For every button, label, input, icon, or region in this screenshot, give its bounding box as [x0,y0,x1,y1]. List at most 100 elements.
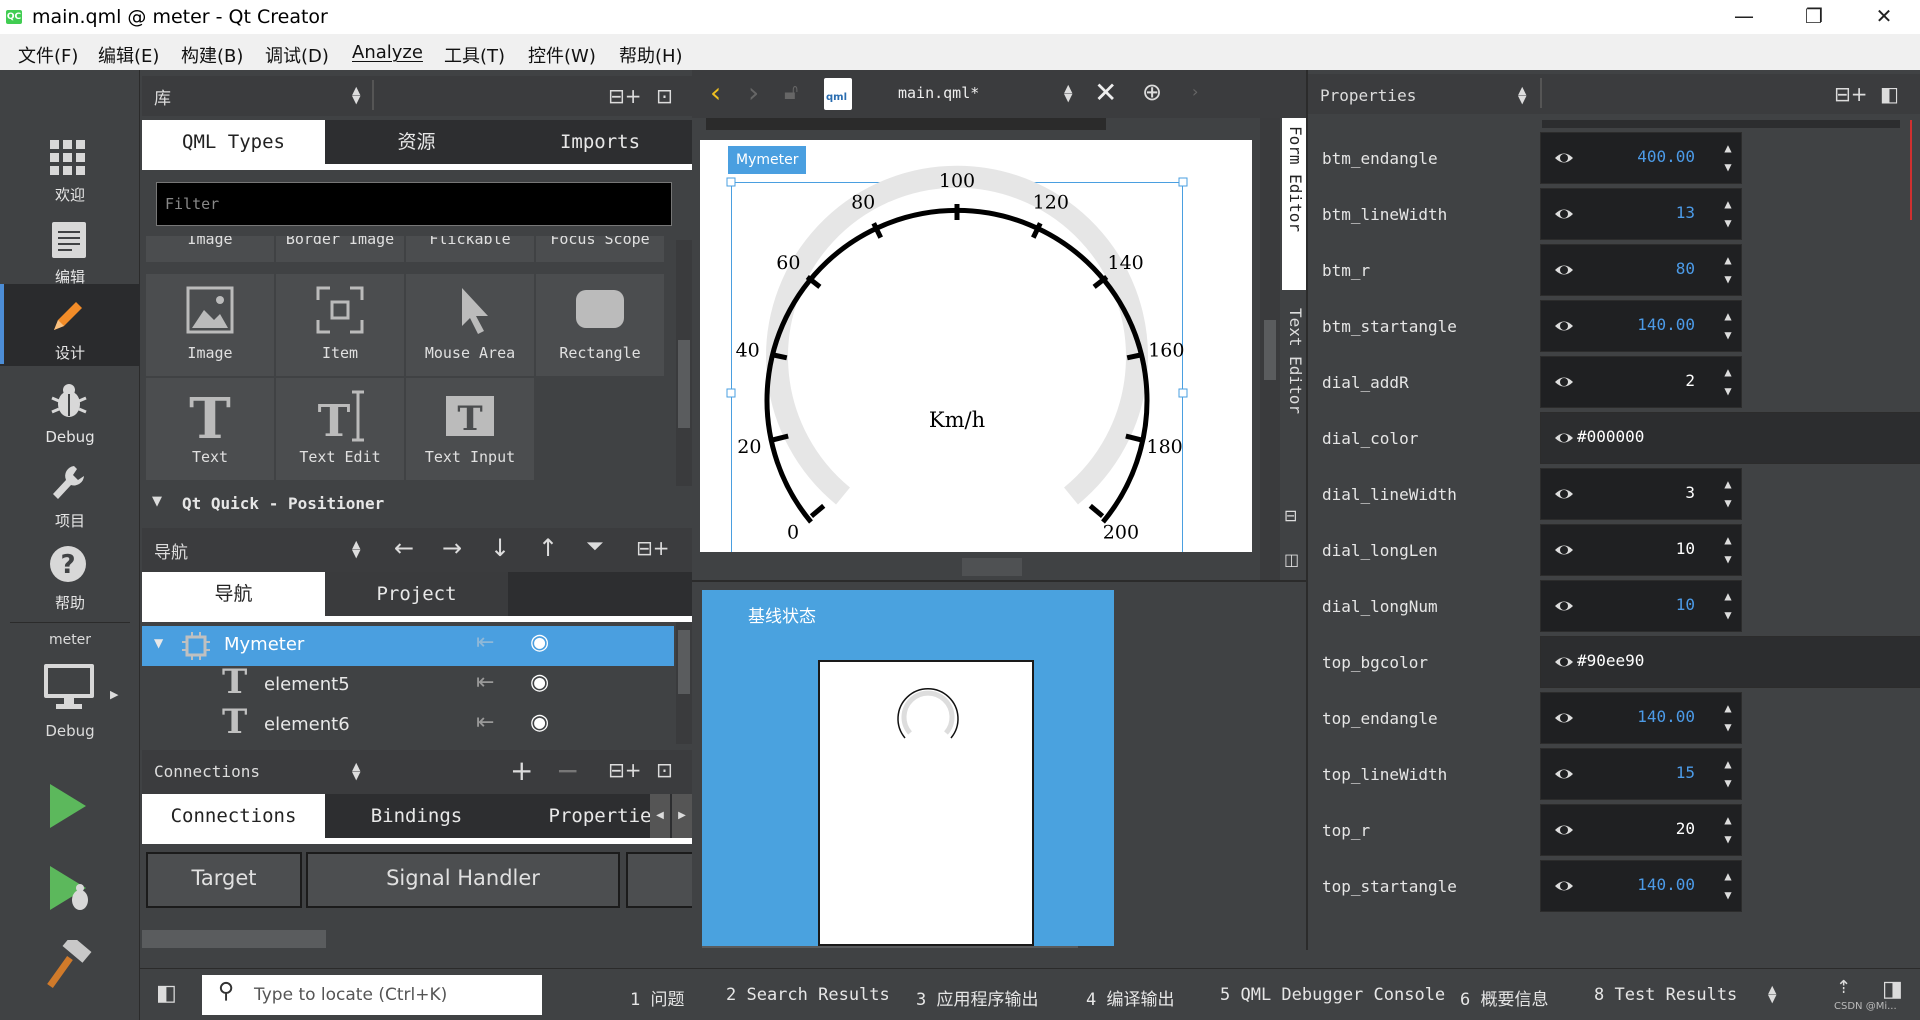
properties-title[interactable]: Properties [1320,86,1416,105]
combo-updown-icon[interactable]: ▲ ▼ [1518,85,1526,105]
connections-scrollbar[interactable] [142,930,326,948]
spin-arrows-icon[interactable]: ▲ ▼ [1721,251,1735,289]
states-scrollbar[interactable] [702,946,1078,948]
mode-welcome[interactable]: 欢迎 [0,132,140,212]
panes-updown-icon[interactable]: ▲ ▼ [1768,984,1776,1004]
close-pane-icon[interactable]: ⊡ [656,84,673,108]
menu-controls[interactable]: 控件(W) [528,42,596,68]
arrow-down-icon[interactable]: ↓ [490,534,510,562]
open-file-name[interactable]: main.qml* [898,84,979,102]
tile-mouse-area[interactable]: Mouse Area [406,274,534,376]
split-horizontal-icon[interactable]: ⊟ [1284,506,1297,525]
close-sidebar-icon[interactable]: ◧ [1880,82,1899,106]
close-file-icon[interactable]: ✕ [1094,76,1117,109]
menu-build[interactable]: 构建(B) [181,42,243,68]
pane-compile-output[interactable]: 4 编译输出 [1086,985,1174,1010]
property-spinbox[interactable]: 10 ▲ ▼ [1540,524,1742,576]
pane-application-output[interactable]: 3 应用程序输出 [916,985,1038,1010]
property-text-field[interactable]: #000000 [1540,412,1920,464]
menu-edit[interactable]: 编辑(E) [98,42,159,68]
mode-debug[interactable]: Debug [0,376,140,456]
property-spinbox[interactable]: 140.00 ▲ ▼ [1540,692,1742,744]
tab-scroll-right-icon[interactable]: ▶ [672,794,692,838]
arrow-left-icon[interactable]: ← [394,534,414,562]
close-button[interactable]: ✕ [1864,4,1904,30]
tree-row-element6[interactable]: T element6 ⇤ ◉ [142,702,674,744]
menu-debug[interactable]: 调试(D) [265,42,329,68]
tile-text[interactable]: T Text [146,378,274,480]
menu-help[interactable]: 帮助(H) [619,42,683,68]
tile-text-input[interactable]: T Text Input [406,378,534,480]
spin-arrows-icon[interactable]: ▲ ▼ [1721,755,1735,793]
tree-row-mymeter[interactable]: ▼ Mymeter ⇤ ◉ [142,626,674,666]
spin-arrows-icon[interactable]: ▲ ▼ [1721,195,1735,233]
kit-selector[interactable]: ▶ Debug [0,660,140,750]
property-spinbox[interactable]: 80 ▲ ▼ [1540,244,1742,296]
tile-rectangle[interactable]: Rectangle [536,274,664,376]
tab-qml-types[interactable]: QML Types [142,120,325,164]
canvas-vscrollbar[interactable] [1260,118,1280,580]
binding-menu-icon[interactable] [1553,147,1575,169]
property-spinbox[interactable]: 20 ▲ ▼ [1540,804,1742,856]
binding-menu-icon[interactable] [1553,371,1575,393]
property-spinbox[interactable]: 2 ▲ ▼ [1540,356,1742,408]
menu-analyze[interactable]: Analyze [352,42,423,63]
spin-arrows-icon[interactable]: ▲ ▼ [1721,867,1735,905]
property-spinbox[interactable]: 400.00 ▲ ▼ [1540,132,1742,184]
property-spinbox[interactable]: 13 ▲ ▼ [1540,188,1742,240]
mode-edit[interactable]: 编辑 [0,214,140,294]
tab-form-editor[interactable]: Form Editor [1282,118,1306,290]
tab-connections[interactable]: Connections [142,794,325,838]
pane-issues[interactable]: 1 问题 [630,985,684,1010]
arrow-up-icon[interactable]: ↑ [538,534,558,562]
positioner-section[interactable]: ▼ Qt Quick - Positioner [142,486,692,522]
base-state[interactable]: 基线状态 [702,590,1114,946]
tab-resources[interactable]: 资源 [325,120,508,164]
column-action[interactable] [626,852,692,908]
mode-project[interactable]: 项目 [0,458,140,538]
more-icon[interactable]: › [1192,82,1198,101]
split-icon[interactable]: ⊟+ [636,536,670,560]
tile-item[interactable]: Item [276,274,404,376]
property-spinbox[interactable]: 3 ▲ ▼ [1540,468,1742,520]
combo-updown-icon[interactable]: ▲ ▼ [352,761,360,781]
tab-imports[interactable]: Imports [508,120,692,164]
back-icon[interactable]: ‹ [710,76,721,109]
binding-menu-icon[interactable] [1553,203,1575,225]
spin-arrows-icon[interactable]: ▲ ▼ [1721,307,1735,345]
toggle-output-icon[interactable]: ◨ [1882,977,1903,1002]
pane-general-messages[interactable]: 6 概要信息 [1460,985,1548,1010]
navigator-scrollbar[interactable] [676,622,692,744]
menu-file[interactable]: 文件(F) [18,42,78,68]
library-combo[interactable]: 库 [154,84,171,109]
combo-updown-icon[interactable]: ▲ ▼ [352,85,360,105]
arrow-up-icon[interactable]: ⇡ [1836,977,1851,998]
mode-help[interactable]: ? 帮助 [0,540,140,620]
binding-menu-icon[interactable] [1553,259,1575,281]
tab-scroll-left-icon[interactable]: ◀ [650,794,670,838]
canvas-hscrollbar[interactable] [962,558,1022,576]
connections-combo[interactable]: Connections [154,762,260,781]
binding-menu-icon[interactable] [1553,763,1575,785]
binding-menu-icon[interactable] [1553,595,1575,617]
spin-arrows-icon[interactable]: ▲ ▼ [1721,531,1735,569]
remove-icon[interactable]: − [556,754,579,787]
forward-icon[interactable]: › [748,76,759,109]
tile-image[interactable]: Image [146,274,274,376]
menu-tools[interactable]: 工具(T) [444,42,505,68]
navigator-combo[interactable]: 导航 [154,538,188,563]
toggle-sidebar-icon[interactable]: ◧ [156,981,177,1006]
spin-arrows-icon[interactable]: ▲ ▼ [1721,811,1735,849]
alias-export-icon[interactable]: ⇤ [476,710,494,735]
filter-input[interactable]: Filter [156,182,672,226]
spin-arrows-icon[interactable]: ▲ ▼ [1721,475,1735,513]
build-button[interactable] [46,935,92,990]
split-icon[interactable]: ⊟+ [1834,82,1868,106]
arrow-right-icon[interactable]: → [442,534,462,562]
combo-updown-icon[interactable]: ▲ ▼ [1064,83,1072,103]
eye-icon[interactable]: ◉ [530,710,549,735]
restore-button[interactable]: ❐ [1794,4,1834,30]
pane-test-results[interactable]: 8 Test Results [1594,985,1737,1005]
add-icon[interactable]: + [510,754,533,787]
minimize-button[interactable]: — [1724,4,1764,30]
